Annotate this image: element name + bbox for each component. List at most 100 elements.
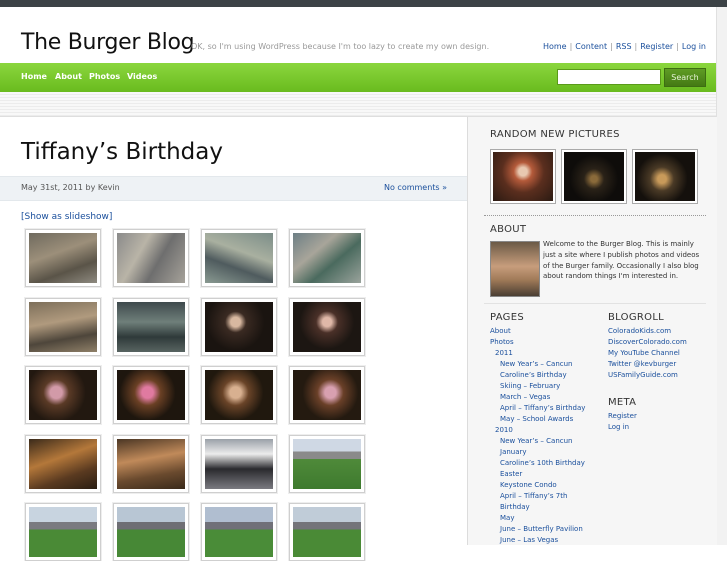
- top-link-register[interactable]: Register: [640, 42, 673, 51]
- blogroll-link[interactable]: USFamilyGuide.com: [608, 370, 687, 381]
- page-link[interactable]: April – Tiffany’s 7th: [490, 491, 585, 502]
- post-title[interactable]: Tiffany’s Birthday: [21, 139, 223, 165]
- meta-link-login[interactable]: Log in: [608, 422, 637, 433]
- page-link[interactable]: Caroline’s 10th Birthday: [490, 458, 585, 469]
- top-link-content[interactable]: Content: [575, 42, 607, 51]
- photo: [29, 233, 97, 283]
- random-picture[interactable]: [490, 149, 556, 204]
- top-link-rss[interactable]: RSS: [616, 42, 632, 51]
- page-edge: [716, 7, 727, 545]
- gallery-thumb[interactable]: [201, 435, 277, 493]
- random-picture[interactable]: [632, 149, 698, 204]
- top-link-login[interactable]: Log in: [682, 42, 706, 51]
- page-link[interactable]: May: [490, 513, 585, 524]
- blogroll-link[interactable]: Twitter @kevburger: [608, 359, 687, 370]
- page-link-2010[interactable]: 2010: [490, 425, 585, 436]
- gallery-thumb[interactable]: [201, 229, 277, 287]
- gallery-thumb[interactable]: [289, 298, 365, 356]
- search-button[interactable]: Search: [664, 68, 706, 87]
- nav-about[interactable]: About: [55, 72, 82, 81]
- page-link[interactable]: Easter: [490, 469, 585, 480]
- meta-list: Register Log in: [608, 411, 637, 433]
- slideshow-link[interactable]: [Show as slideshow]: [21, 212, 112, 222]
- random-pictures-heading: RANDOM NEW PICTURES: [490, 129, 620, 140]
- gallery-thumb[interactable]: [201, 366, 277, 424]
- blogroll-heading: BLOGROLL: [608, 312, 665, 323]
- pages-list: About Photos 2011 New Year’s – Cancun Ca…: [490, 326, 585, 546]
- page-link-2011[interactable]: 2011: [490, 348, 585, 359]
- gallery-thumb[interactable]: [289, 366, 365, 424]
- gallery-thumb[interactable]: [25, 229, 101, 287]
- page-link[interactable]: Skiing – February: [490, 381, 585, 392]
- photo: [117, 439, 185, 489]
- photo: [493, 152, 553, 201]
- page-link[interactable]: New Year’s – Cancun: [490, 359, 585, 370]
- page-link[interactable]: March – Vegas: [490, 392, 585, 403]
- photo: [117, 233, 185, 283]
- photo: [205, 302, 273, 352]
- page-link[interactable]: June – Butterfly Pavilion: [490, 524, 585, 535]
- browser-top-strip: [0, 0, 727, 7]
- nav-videos[interactable]: Videos: [127, 72, 157, 81]
- page-link[interactable]: New Year’s – Cancun: [490, 436, 585, 447]
- photo: [29, 302, 97, 352]
- page-link-about[interactable]: About: [490, 326, 585, 337]
- gallery-thumb[interactable]: [289, 503, 365, 561]
- gallery-thumb[interactable]: [25, 435, 101, 493]
- about-text: Welcome to the Burger Blog. This is main…: [543, 240, 700, 281]
- random-picture[interactable]: [561, 149, 627, 204]
- site-tagline: OK, so I'm using WordPress because I'm t…: [191, 42, 490, 51]
- main-content: Tiffany’s Birthday May 31st, 2011 by Kev…: [0, 117, 467, 561]
- photo: [635, 152, 695, 201]
- divider: [484, 303, 706, 304]
- page-link[interactable]: Caroline’s Birthday: [490, 370, 585, 381]
- gallery-thumb[interactable]: [113, 435, 189, 493]
- site-title[interactable]: The Burger Blog: [21, 30, 195, 55]
- gallery-thumb[interactable]: [113, 229, 189, 287]
- gallery-thumb[interactable]: [113, 366, 189, 424]
- page-link[interactable]: Birthday: [490, 502, 585, 513]
- gallery-thumb[interactable]: [113, 503, 189, 561]
- blogroll-list: ColoradoKids.com DiscoverColorado.com My…: [608, 326, 687, 381]
- photo: [293, 302, 361, 352]
- photo: [117, 507, 185, 557]
- nav-home[interactable]: Home: [21, 72, 47, 81]
- gallery-thumb[interactable]: [201, 298, 277, 356]
- photo: [205, 507, 273, 557]
- photo: [29, 370, 97, 420]
- page-link-photos[interactable]: Photos: [490, 337, 585, 348]
- gallery-thumb[interactable]: [25, 366, 101, 424]
- search-input[interactable]: [557, 69, 661, 85]
- page-link[interactable]: January: [490, 447, 585, 458]
- photo: [564, 152, 624, 201]
- photo: [117, 370, 185, 420]
- gallery-thumb[interactable]: [289, 229, 365, 287]
- blogroll-link[interactable]: ColoradoKids.com: [608, 326, 687, 337]
- photo: [293, 370, 361, 420]
- blogroll-link[interactable]: My YouTube Channel: [608, 348, 687, 359]
- meta-link-register[interactable]: Register: [608, 411, 637, 422]
- pages-heading: PAGES: [490, 312, 524, 323]
- comments-link[interactable]: No comments »: [384, 183, 447, 192]
- gallery-thumb[interactable]: [25, 298, 101, 356]
- nav-photos[interactable]: Photos: [89, 72, 120, 81]
- gallery-thumb[interactable]: [113, 298, 189, 356]
- blogroll-link[interactable]: DiscoverColorado.com: [608, 337, 687, 348]
- gallery-thumb[interactable]: [201, 503, 277, 561]
- author-photo: [490, 241, 540, 297]
- page-link[interactable]: June – Las Vegas: [490, 535, 585, 546]
- page-link[interactable]: Keystone Condo: [490, 480, 585, 491]
- page-link[interactable]: May – School Awards: [490, 414, 585, 425]
- gallery-thumb[interactable]: [289, 435, 365, 493]
- photo: [205, 233, 273, 283]
- sidebar: RANDOM NEW PICTURES ABOUT Welcome to the…: [467, 117, 717, 545]
- site-header: The Burger Blog OK, so I'm using WordPre…: [0, 7, 716, 63]
- page-link[interactable]: April – Tiffany’s Birthday: [490, 403, 585, 414]
- photo: [117, 302, 185, 352]
- gallery-thumb[interactable]: [25, 503, 101, 561]
- top-link-home[interactable]: Home: [543, 42, 567, 51]
- header-stripes: [0, 92, 716, 117]
- post-meta-bar: May 31st, 2011 by Kevin No comments »: [0, 176, 467, 201]
- photo: [29, 439, 97, 489]
- about-heading: ABOUT: [490, 224, 527, 235]
